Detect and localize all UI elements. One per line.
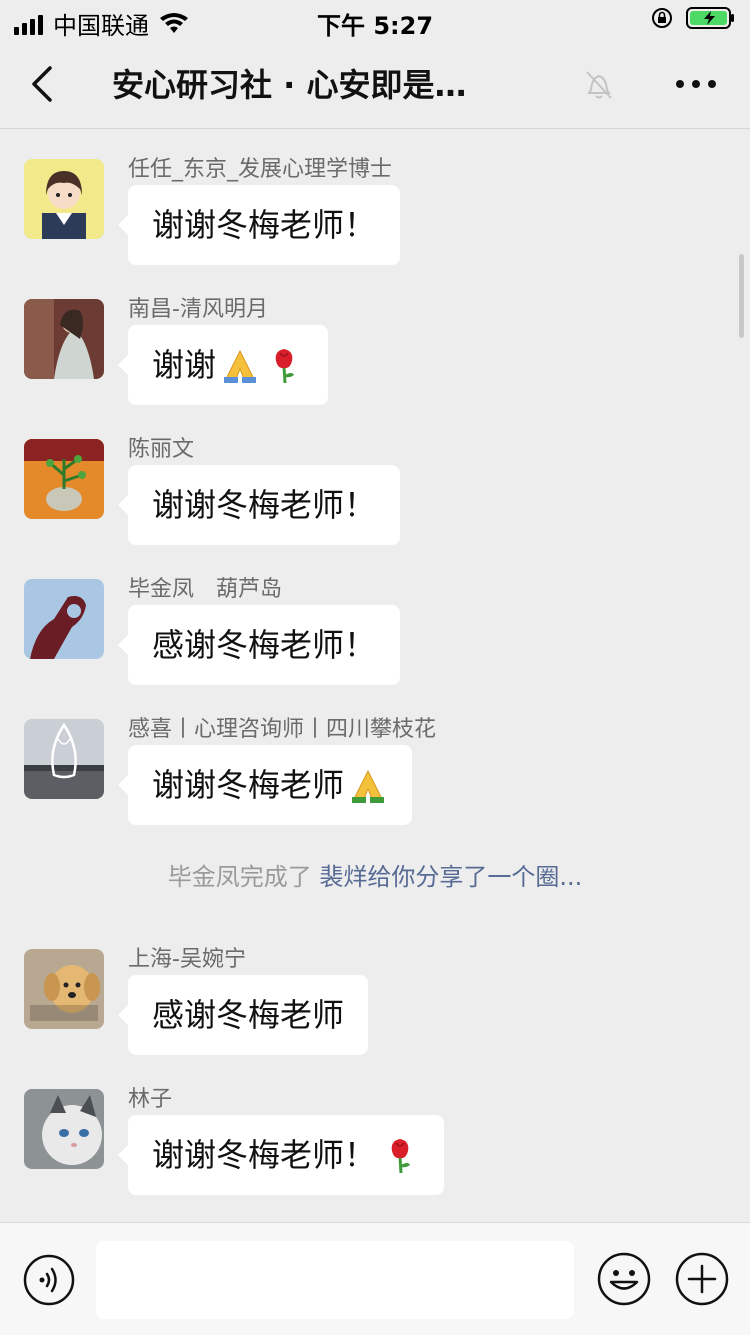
hand-gesture-avatar-image xyxy=(24,579,104,659)
more-options-icon[interactable] xyxy=(672,70,720,98)
chat-message: 毕金凤 葫芦岛 感谢冬梅老师！ xyxy=(0,549,750,689)
chat-message: 林子 谢谢冬梅老师！ xyxy=(0,1059,750,1199)
message-text: 谢谢 xyxy=(152,346,217,384)
chat-message: 陈丽文 谢谢冬梅老师！ xyxy=(0,409,750,549)
chat-title: 安心研习社 · 心安即是… xyxy=(112,66,467,104)
status-time: 下午 5:27 xyxy=(316,12,434,40)
chat-message: 感喜丨心理咨询师丨四川攀枝花 谢谢冬梅老师 xyxy=(0,689,750,829)
sender-name: 林子 xyxy=(128,1087,173,1112)
message-text: 谢谢冬梅老师！ xyxy=(152,486,377,524)
message-bubble[interactable]: 谢谢冬梅老师！ xyxy=(117,465,401,545)
message-input-bar xyxy=(0,1222,750,1335)
avatar[interactable] xyxy=(24,949,104,1029)
chat-message-list[interactable]: 任任_东京_发展心理学博士 谢谢冬梅老师！ 南昌-清风明月 谢谢 陈丽文 谢谢冬… xyxy=(0,129,750,1221)
folded-hands-emoji xyxy=(348,765,388,805)
message-text: 感谢冬梅老师！ xyxy=(152,626,377,664)
sender-name: 毕金凤 葫芦岛 xyxy=(128,577,283,602)
emoji-icon[interactable] xyxy=(596,1251,652,1307)
chat-message: 上海-吴婉宁 感谢冬梅老师 xyxy=(0,919,750,1059)
message-text: 谢谢冬梅老师！ xyxy=(152,1136,377,1174)
message-bubble[interactable]: 谢谢冬梅老师！ xyxy=(117,1115,445,1195)
message-bubble[interactable]: 谢谢 xyxy=(117,325,329,405)
sender-name: 感喜丨心理咨询师丨四川攀枝花 xyxy=(128,717,437,742)
sender-name: 陈丽文 xyxy=(128,437,195,462)
scrollbar[interactable] xyxy=(739,254,744,338)
anime-girl-avatar-image xyxy=(24,159,104,239)
system-notice: 毕金凤完成了 裴烊给你分享了一个圈... xyxy=(0,857,750,892)
rose-emoji xyxy=(264,345,304,385)
battery-icon xyxy=(686,7,734,29)
rotation-lock-icon xyxy=(652,8,672,28)
avatar[interactable] xyxy=(24,439,104,519)
folded-hands-emoji xyxy=(220,345,260,385)
chat-message: 朱淼 xyxy=(0,1199,750,1221)
message-bubble[interactable]: 谢谢冬梅老师 xyxy=(117,745,413,825)
message-bubble[interactable]: 感谢冬梅老师！ xyxy=(117,605,401,685)
avatar[interactable] xyxy=(24,719,104,799)
sender-name: 南昌-清风明月 xyxy=(128,297,268,322)
message-text-input[interactable] xyxy=(96,1241,574,1319)
avatar[interactable] xyxy=(24,299,104,379)
sender-name: 上海-吴婉宁 xyxy=(128,947,246,972)
rose-emoji xyxy=(380,1135,420,1175)
back-arrow-icon[interactable] xyxy=(24,60,64,108)
puppy-avatar-image xyxy=(24,949,104,1029)
system-notice-text: 毕金凤完成了 xyxy=(167,863,312,891)
avatar[interactable] xyxy=(24,1089,104,1169)
chat-message: 任任_东京_发展心理学博士 谢谢冬梅老师！ xyxy=(0,129,750,269)
message-text: 谢谢冬梅老师！ xyxy=(152,206,377,244)
add-more-icon[interactable] xyxy=(674,1251,730,1307)
message-bubble[interactable]: 感谢冬梅老师 xyxy=(117,975,369,1055)
chat-nav-bar: 安心研习社 · 心安即是… xyxy=(0,40,750,129)
cat-avatar-image xyxy=(24,1089,104,1169)
chat-message: 南昌-清风明月 谢谢 xyxy=(0,269,750,409)
painted-figure-avatar-image xyxy=(24,299,104,379)
status-bar: 中国联通 下午 5:27 xyxy=(0,0,750,40)
avatar[interactable] xyxy=(24,159,104,239)
message-text: 谢谢冬梅老师 xyxy=(152,766,345,804)
message-text: 感谢冬梅老师 xyxy=(152,996,345,1034)
shared-circle-link[interactable]: 裴烊给你分享了一个圈... xyxy=(319,863,582,891)
voice-input-icon[interactable] xyxy=(22,1253,76,1307)
mute-bell-icon xyxy=(586,71,612,99)
balcony-swing-avatar-image xyxy=(24,719,104,799)
message-bubble[interactable]: 谢谢冬梅老师！ xyxy=(117,185,401,265)
avatar[interactable] xyxy=(24,579,104,659)
sender-name: 任任_东京_发展心理学博士 xyxy=(128,157,393,182)
plant-pot-avatar-image xyxy=(24,439,104,519)
status-right xyxy=(650,6,736,30)
